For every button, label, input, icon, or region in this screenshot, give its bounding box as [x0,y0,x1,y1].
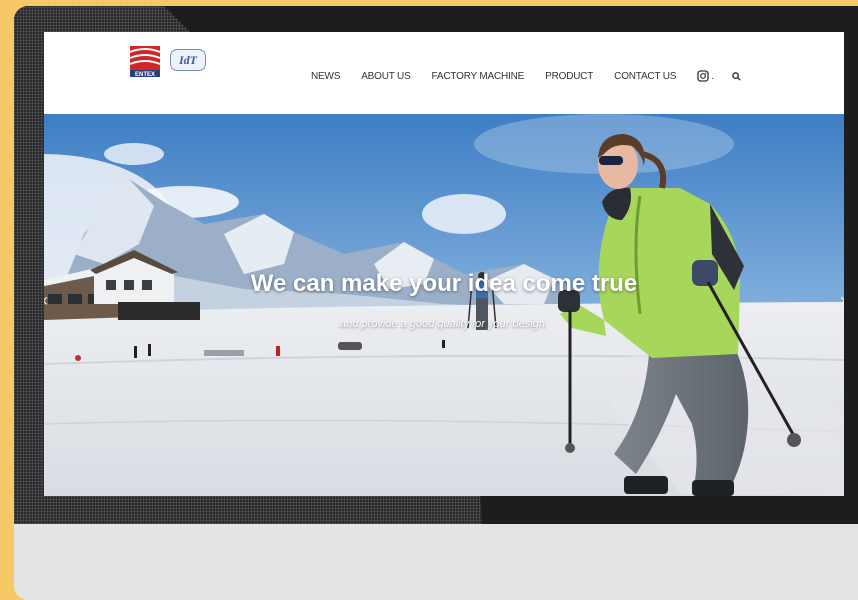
nav-search[interactable] [732,71,741,81]
prev-slide-button[interactable]: ‹ [44,290,48,310]
chevron-left-icon: ‹ [44,290,48,310]
site-header: ENTEX IdT NEWS ABOUT US FACTORY MACHINE … [44,32,844,114]
hero-slider: We can make your idea come true and prov… [44,114,844,496]
idt-logo[interactable]: IdT [170,49,206,71]
hero-title: We can make your idea come true [250,270,638,297]
main-nav: NEWS ABOUT US FACTORY MACHINE PRODUCT CO… [311,70,759,82]
nav-dot: . [711,70,714,82]
nav-news[interactable]: NEWS [311,71,340,82]
nav-about-us[interactable]: ABOUT US [361,71,411,82]
nav-contact-us[interactable]: CONTACT US [614,71,676,82]
entex-logo[interactable]: ENTEX [128,44,162,78]
website-screen: ENTEX IdT NEWS ABOUT US FACTORY MACHINE … [44,32,844,496]
search-icon [732,71,741,81]
next-slide-button[interactable]: › [840,290,844,310]
nav-product[interactable]: PRODUCT [545,71,593,82]
nav-factory-machine[interactable]: FACTORY MACHINE [432,71,525,82]
nav-instagram[interactable]: . [697,70,714,82]
instagram-icon [697,70,709,82]
hero-image [44,114,844,496]
hero-subtitle: and provide a good quality for your desi… [340,318,548,330]
entex-logo-text: ENTEX [135,72,155,78]
chevron-right-icon: › [840,290,844,310]
